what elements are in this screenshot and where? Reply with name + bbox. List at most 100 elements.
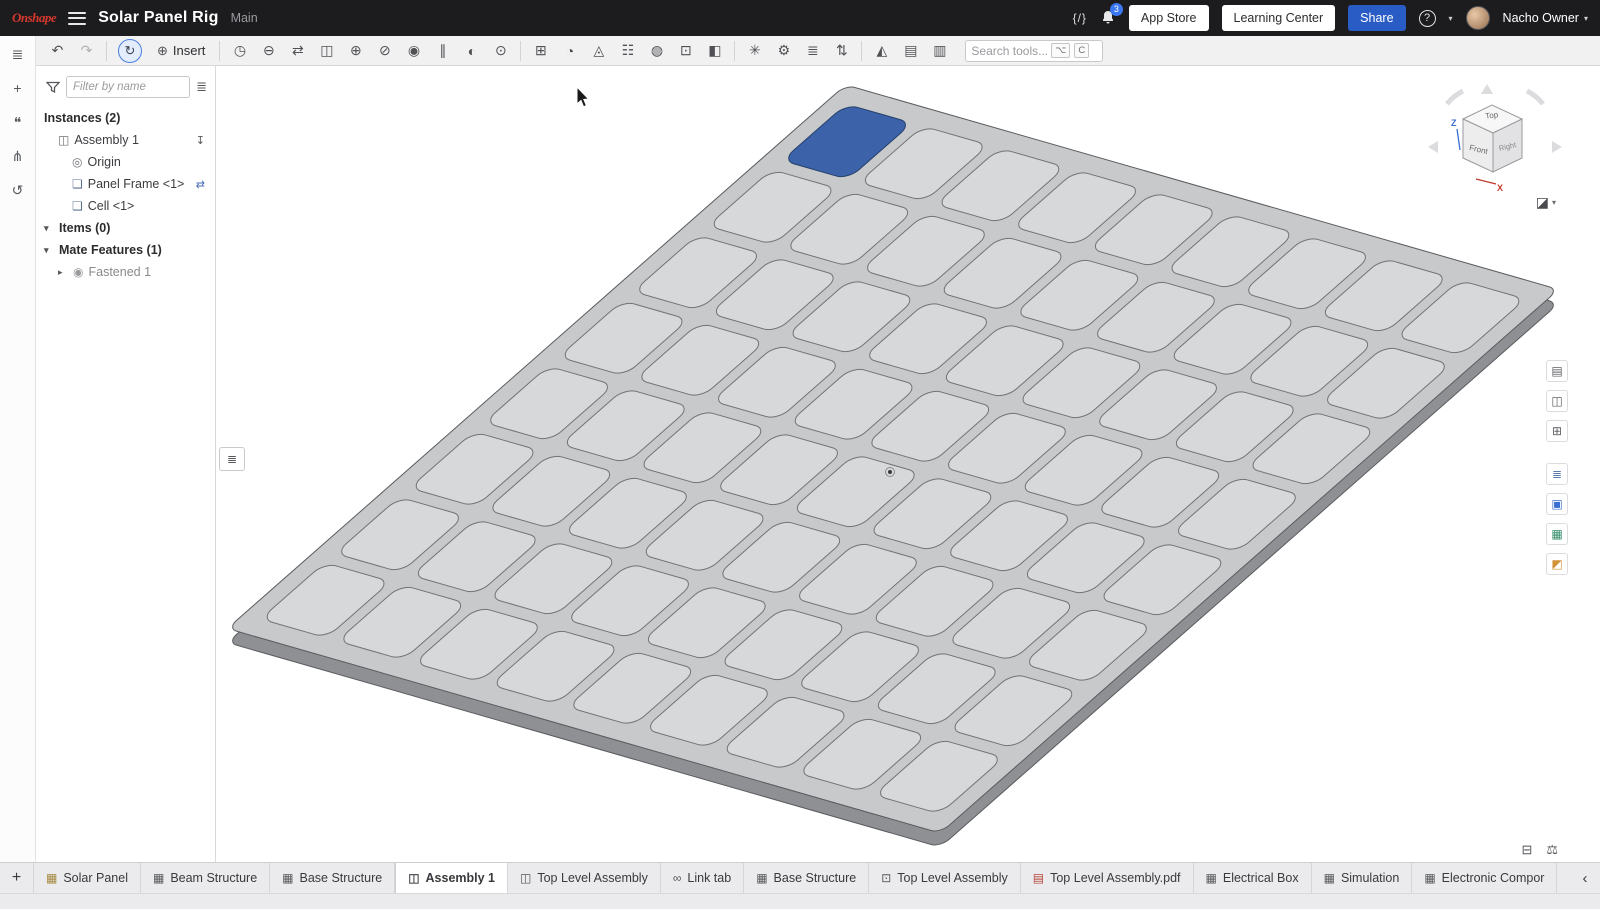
- bill-of-materials-icon[interactable]: ▤: [897, 39, 924, 63]
- insert-button[interactable]: ⊕ Insert: [149, 43, 213, 59]
- structure-flyout-icon[interactable]: ◫: [1546, 390, 1568, 412]
- redo-icon[interactable]: ↷: [73, 39, 100, 63]
- linear-pattern-icon[interactable]: ☷: [614, 39, 641, 63]
- search-tools-input[interactable]: [971, 44, 1047, 58]
- tree-item[interactable]: ❏ Cell <1>: [36, 195, 215, 217]
- circular-pattern-icon[interactable]: ◍: [643, 39, 670, 63]
- document-tab[interactable]: ∞Link tab: [661, 863, 744, 893]
- chevron-right-icon[interactable]: ▸: [58, 267, 68, 278]
- rack-pinion-icon[interactable]: ≣: [799, 39, 826, 63]
- user-menu[interactable]: Nacho Owner ▾: [1503, 11, 1588, 25]
- document-tab[interactable]: ▦Base Structure: [270, 863, 395, 893]
- tree-item[interactable]: ▾Mate Features (1): [36, 239, 215, 261]
- 3d-viewport[interactable]: ≣ ◪ ▾ ▤ ◫ ⊞ ≣ ▣ ▦ ◩ ⊟ ⚖: [216, 66, 1600, 862]
- group-icon[interactable]: ⊞: [527, 39, 554, 63]
- tree-item[interactable]: Instances (2): [36, 107, 215, 129]
- document-tab[interactable]: ▦Electronic Compor: [1412, 863, 1557, 893]
- tree-item[interactable]: ▸◉Fastened 1: [36, 261, 215, 283]
- revolute-mate-icon[interactable]: ⊖: [255, 39, 282, 63]
- tree-item[interactable]: ❏Panel Frame <1>⇄: [36, 173, 215, 195]
- drawing-icon: ⊡: [881, 871, 891, 885]
- cylindrical-mate-icon[interactable]: ⊕: [342, 39, 369, 63]
- tab-label: Beam Structure: [170, 871, 257, 885]
- document-tab[interactable]: ◫Top Level Assembly: [508, 863, 661, 893]
- snap-mode-icon[interactable]: ◬: [585, 39, 612, 63]
- exploded-view-icon[interactable]: ◭: [868, 39, 895, 63]
- comments-panel-icon[interactable]: ❝: [7, 111, 29, 133]
- document-tab[interactable]: ▦Solar Panel: [34, 863, 141, 893]
- in-context-icon[interactable]: ⇄: [196, 178, 205, 191]
- insert-tool-icon[interactable]: +: [7, 77, 29, 99]
- named-views-flyout-icon[interactable]: ≣: [1546, 463, 1568, 485]
- new-tab-button[interactable]: +: [0, 863, 34, 893]
- transform-icon[interactable]: ⇅: [828, 39, 855, 63]
- tangent-mate-icon[interactable]: ◐: [458, 39, 485, 63]
- slider-mate-icon[interactable]: ⇄: [284, 39, 311, 63]
- assembly-tree-flyout-button[interactable]: ≣: [219, 447, 245, 471]
- replicate-icon[interactable]: ⊡: [672, 39, 699, 63]
- display-states-flyout-icon[interactable]: ▦: [1546, 523, 1568, 545]
- tab-label: Simulation: [1341, 871, 1399, 885]
- bom-flyout-icon[interactable]: ▤: [1546, 360, 1568, 382]
- ball-mate-icon[interactable]: ◉: [400, 39, 427, 63]
- named-positions-icon[interactable]: ◔: [556, 39, 583, 63]
- insert-instance-icon[interactable]: ↧: [196, 134, 205, 147]
- search-tools-box[interactable]: ⌥ C: [965, 40, 1103, 62]
- part-instance-icon: ❏: [72, 199, 83, 213]
- connected-apps-flyout-icon[interactable]: ◩: [1546, 553, 1568, 575]
- part-studio-icon: ▦: [153, 871, 164, 885]
- tree-item[interactable]: ▾Items (0): [36, 217, 215, 239]
- selection-flyout-icon[interactable]: ▣: [1546, 493, 1568, 515]
- tree-item-label: Cell <1>: [88, 199, 135, 213]
- tab-label: Base Structure: [774, 871, 857, 885]
- tree-item[interactable]: ◫Assembly 1↧: [36, 129, 215, 151]
- top-bar: Onshape Solar Panel Rig Main {/} 3 App S…: [0, 0, 1600, 36]
- appearance-icon[interactable]: ✳: [741, 39, 768, 63]
- tree-item-label: Panel Frame <1>: [88, 177, 185, 191]
- chevron-down-icon[interactable]: ▾: [44, 245, 54, 256]
- user-avatar[interactable]: [1466, 6, 1490, 30]
- print-icon[interactable]: ⊟: [1521, 842, 1532, 858]
- document-title: Solar Panel Rig: [98, 9, 218, 27]
- document-tab[interactable]: ▦Base Structure: [744, 863, 869, 893]
- tree-item[interactable]: ◎Origin: [36, 151, 215, 173]
- measure-icon[interactable]: ⚖: [1546, 842, 1558, 858]
- list-view-icon[interactable]: ≣: [196, 79, 207, 95]
- tab-scroll-left-button[interactable]: ‹: [1570, 863, 1600, 893]
- planar-mate-icon[interactable]: ◫: [313, 39, 340, 63]
- instances-panel: ≣ Instances (2)◫Assembly 1↧◎Origin ❏ Panel…: [36, 66, 216, 862]
- branch-name[interactable]: Main: [231, 11, 258, 25]
- document-tab[interactable]: ⊡Top Level Assembly: [869, 863, 1021, 893]
- filter-by-name-input[interactable]: [66, 76, 190, 98]
- hamburger-menu-icon[interactable]: [68, 12, 86, 25]
- mate-connector-icon[interactable]: ⊙: [487, 39, 514, 63]
- document-tab[interactable]: ▤Top Level Assembly.pdf: [1021, 863, 1194, 893]
- undo-icon[interactable]: ↶: [44, 39, 71, 63]
- versions-panel-icon[interactable]: ⋔: [7, 145, 29, 167]
- share-button[interactable]: Share: [1348, 5, 1405, 31]
- document-tab[interactable]: ▦ Beam Structure: [141, 863, 270, 893]
- custom-table-flyout-icon[interactable]: ⊞: [1546, 420, 1568, 442]
- view-options-button[interactable]: ◪ ▾: [1536, 194, 1556, 211]
- section-view-icon[interactable]: ◧: [701, 39, 728, 63]
- insert-icon: ⊕: [157, 43, 168, 59]
- mate-icon[interactable]: ◷: [226, 39, 253, 63]
- active-tool-icon[interactable]: ↻: [118, 39, 142, 63]
- origin-icon: ◎: [72, 155, 82, 169]
- toolbar-separator: [734, 41, 735, 61]
- notifications-bell-icon[interactable]: 3: [1100, 9, 1116, 28]
- interference-detection-icon[interactable]: ▥: [926, 39, 953, 63]
- document-tab[interactable]: ▦Electrical Box: [1194, 863, 1312, 893]
- history-panel-icon[interactable]: ↺: [7, 179, 29, 201]
- parallel-mate-icon[interactable]: ∥: [429, 39, 456, 63]
- configurations-icon[interactable]: ⚙: [770, 39, 797, 63]
- help-icon[interactable]: ?: [1419, 10, 1436, 27]
- learning-center-button[interactable]: Learning Center: [1222, 5, 1336, 31]
- pin-slot-mate-icon[interactable]: ⊘: [371, 39, 398, 63]
- dev-api-icon[interactable]: {/}: [1073, 11, 1087, 25]
- instances-panel-icon[interactable]: ≣: [7, 43, 29, 65]
- document-tab[interactable]: ▦Simulation: [1312, 863, 1413, 893]
- document-tab[interactable]: ◫Assembly 1: [395, 863, 508, 893]
- app-store-button[interactable]: App Store: [1129, 5, 1209, 31]
- chevron-down-icon[interactable]: ▾: [44, 223, 54, 234]
